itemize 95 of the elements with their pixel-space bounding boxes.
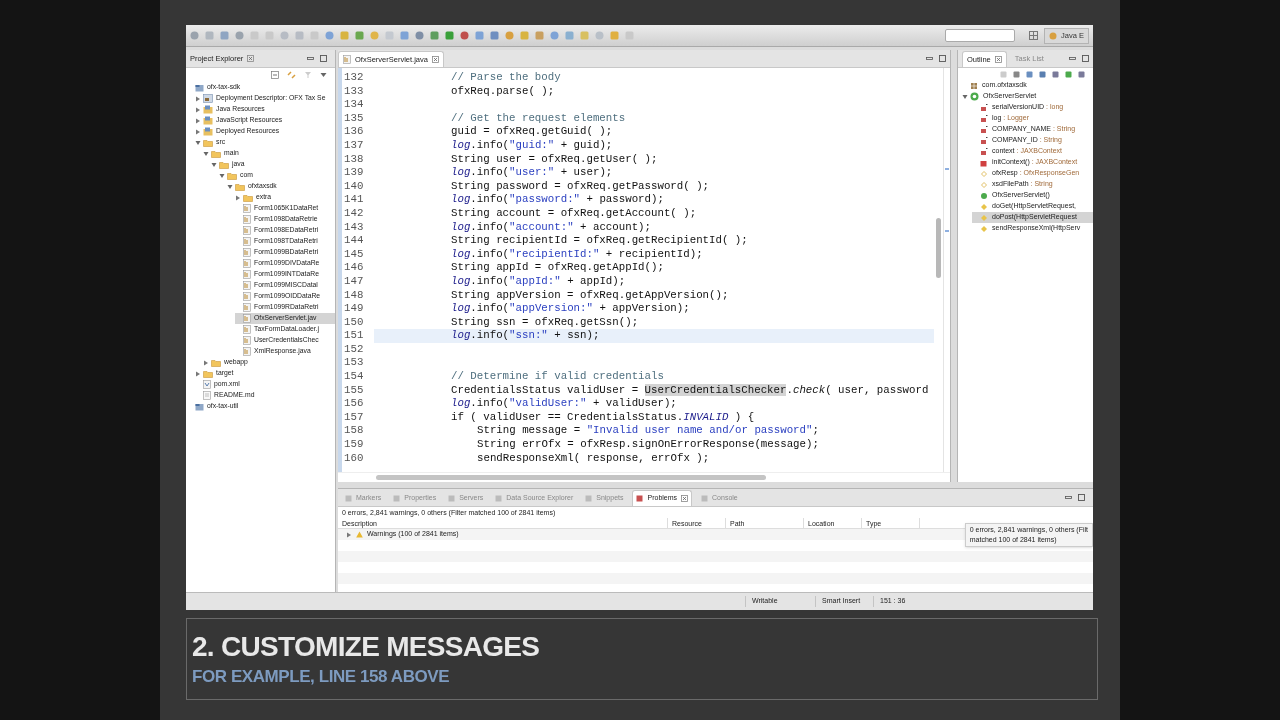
descriptor-icon [203,94,213,103]
class-icon [970,92,979,101]
code-line: String recipientId = ofxReq.getRecipientId( ); [451,234,748,248]
code-line: CredentialsStatus validUser = UserCredentialsChecker.check( user, password [451,383,929,398]
code-line: log.info("appVersion:" + appVersion); [451,302,690,316]
minimize-icon[interactable] [1065,494,1072,501]
java-file-icon [243,204,251,213]
expanded-arrow-icon[interactable] [962,93,968,100]
view-icon [448,494,456,502]
code-line: String appVersion = ofxReq.getAppVersion(); [451,288,729,303]
java-file-icon [243,292,251,301]
collapsed-arrow-icon[interactable] [235,194,241,201]
resources-icon [203,105,213,114]
java-file-icon [243,314,251,323]
code-line: ofxReq.parse( ); [451,84,555,99]
link-icon[interactable] [287,70,296,79]
scrollbar-thumb[interactable] [936,218,941,278]
java-file-icon [243,215,251,224]
filter-icon[interactable] [304,70,312,79]
java-file-icon [243,259,251,268]
caption-subtitle: FOR EXAMPLE, LINE 158 ABOVE [192,668,451,686]
view-icon [701,494,709,502]
private-field-icon [980,147,988,156]
code-line: String account = ofxReq.getAccount( ); [451,206,697,221]
code-line: String password = ofxReq.getPassword( ); [451,179,710,194]
close-icon[interactable] [994,56,1002,63]
close-icon[interactable] [431,56,439,63]
package-icon [970,81,978,90]
perspective-icon [1049,31,1058,40]
code-line: log.info("password:" + password); [451,193,664,207]
code-line: log.info("user:" + user); [451,166,613,180]
minimize-icon[interactable] [1069,55,1076,62]
caption-title: 2. CUSTOMIZE MESSAGES [192,632,541,662]
project-icon [195,83,204,92]
open-perspective-icon[interactable] [1029,31,1039,40]
constructor-icon [980,191,988,200]
view-icon [636,495,644,502]
code-line: String errOfx = ofxResp.signOnErrorResponse(message); [477,438,819,452]
warning-icon [356,531,363,538]
code-line: if ( validUser == CredentialsStatus.INVALID ) { [451,410,755,425]
code-line: // Parse the body [451,71,561,85]
private-field-icon [980,114,988,123]
private-method-icon [980,158,988,167]
code-line: // Determine if valid credentials [451,370,664,384]
project-icon [195,402,204,411]
xml-file-icon [203,380,211,389]
overview-mark [945,168,949,170]
scrollbar-thumb[interactable] [376,475,766,480]
java-file-icon [343,55,351,64]
java-file-icon [243,347,251,356]
java-file-icon [243,325,251,334]
view-icon [345,494,352,502]
code-line: log.info("ssn:" + ssn); [451,329,600,343]
private-field-icon [980,103,988,112]
resources-icon [203,116,213,125]
private-field-icon [980,125,988,134]
java-file-icon [243,281,251,290]
resources-icon [203,127,213,136]
java-file-icon [243,336,251,345]
collapsed-arrow-icon[interactable] [346,531,352,538]
overview-mark [945,230,949,232]
code-line: // Get the request elements [451,111,626,126]
maximize-icon[interactable] [320,55,327,62]
view-menu-icon[interactable] [320,71,327,78]
file-icon [203,391,211,400]
close-icon[interactable] [247,55,255,62]
private-field-icon [980,136,988,145]
maximize-icon[interactable] [939,55,946,62]
collapse-all-icon[interactable] [271,70,279,79]
code-line: sendResponseXml( response, errOfx ); [477,451,710,466]
view-icon [393,494,401,502]
java-file-icon [243,303,251,312]
close-icon[interactable] [681,495,689,502]
search-field[interactable] [945,29,1016,42]
code-line: String message = "Invalid user name and/or password"; [477,424,819,439]
maximize-icon[interactable] [1082,55,1089,62]
java-file-icon [243,248,251,257]
code-line: log.info("appId:" + appId); [451,274,626,289]
code-line: log.info("guid:" + guid); [451,138,613,153]
view-icon [495,494,503,502]
code-line: log.info("recipientId:" + recipientId); [451,247,703,262]
code-line: String appId = ofxReq.getAppId(); [451,261,664,275]
code-line: log.info("validUser:" + validUser); [451,397,677,411]
minimize-icon[interactable] [926,55,933,62]
java-file-icon [243,226,251,235]
java-file-icon [243,270,251,279]
code-line: String user = ofxReq.getUser( ); [451,152,658,167]
minimize-icon[interactable] [307,55,314,62]
java-file-icon [243,237,251,246]
code-line: log.info("account:" + account); [451,220,651,235]
maximize-icon[interactable] [1078,494,1085,501]
view-icon [585,494,593,502]
code-line: String ssn = ofxReq.getSsn(); [451,315,639,330]
code-line: guid = ofxReq.getGuid( ); [451,125,613,139]
line-number: 151 [342,329,374,343]
